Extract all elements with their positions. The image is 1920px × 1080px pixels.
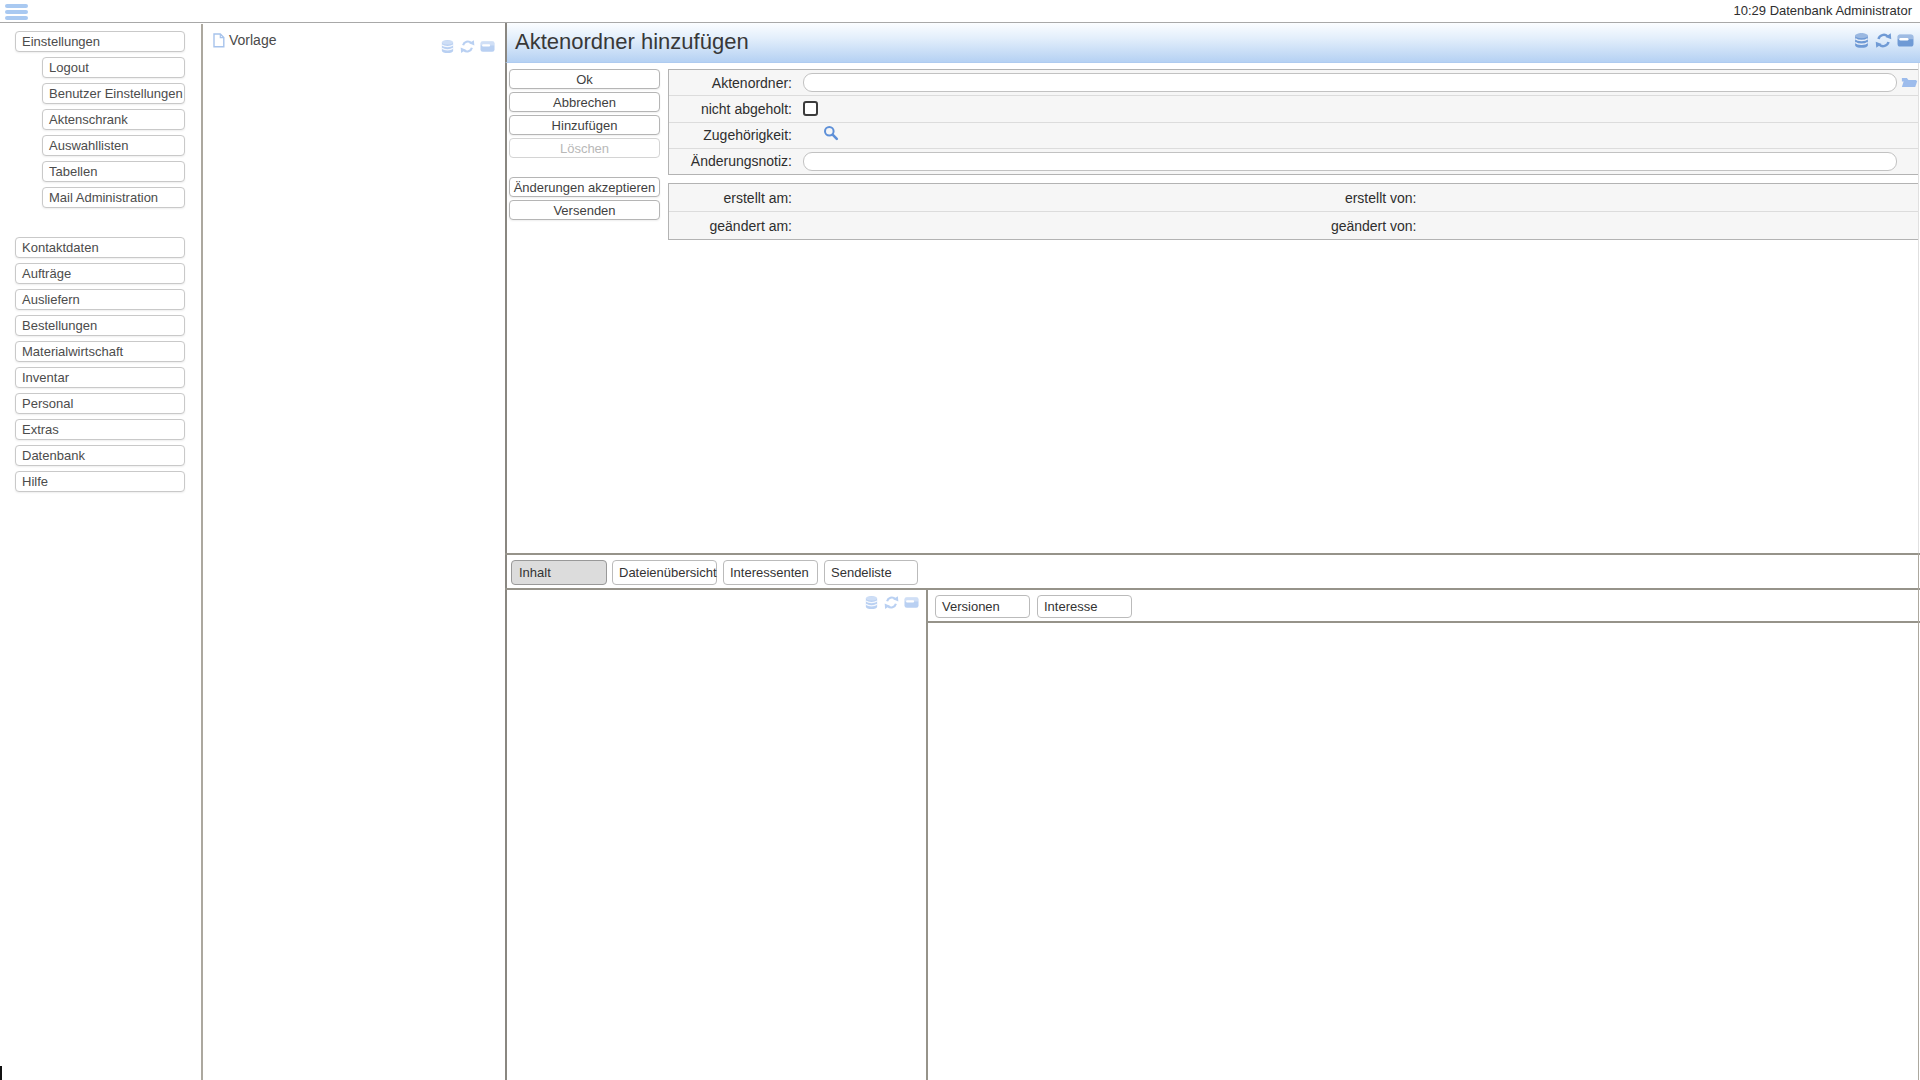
window-right-border	[1918, 553, 1919, 1080]
sidebar-item-kontaktdaten[interactable]: Kontaktdaten	[15, 237, 185, 258]
page-title: Aktenordner hinzufügen	[515, 23, 749, 61]
aktenordner-label: Aktenordner:	[669, 75, 792, 91]
panel-divider-vertical	[926, 590, 928, 1080]
erstellt-am-label: erstellt am:	[669, 190, 792, 206]
tab-sendeliste[interactable]: Sendeliste	[824, 560, 918, 585]
database-icon[interactable]	[440, 39, 455, 54]
sidebar-item-tabellen[interactable]: Tabellen	[42, 161, 185, 182]
meta-form: erstellt am: erstellt von: geändert am: …	[668, 183, 1919, 240]
form-row-zugehoerigkeit: Zugehörigkeit:	[669, 122, 1918, 148]
divider	[928, 621, 1920, 623]
sidebar-item-benutzer-einstellungen[interactable]: Benutzer Einstellungen	[42, 83, 185, 104]
geaendert-am-label: geändert am:	[669, 218, 792, 234]
save-icon[interactable]	[1897, 32, 1914, 49]
sidebar-item-ausliefern[interactable]: Ausliefern	[15, 289, 185, 310]
database-icon[interactable]	[1853, 32, 1870, 49]
search-icon[interactable]	[823, 125, 839, 145]
geaendert-von-label: geändert von:	[1294, 218, 1417, 234]
panel-divider-vertical	[505, 63, 507, 1080]
main-header: Aktenordner hinzufügen	[505, 23, 1920, 63]
sidebar-item-auswahllisten[interactable]: Auswahllisten	[42, 135, 185, 156]
divider	[505, 588, 1920, 590]
save-icon[interactable]	[480, 39, 495, 54]
corner-artifact	[0, 1066, 2, 1080]
sidebar-item-extras[interactable]: Extras	[15, 419, 185, 440]
cancel-button[interactable]: Abbrechen	[509, 92, 660, 112]
form-row-nicht-abgeholt: nicht abgeholt:	[669, 95, 1918, 121]
open-folder-icon[interactable]	[1901, 74, 1918, 92]
top-bar: 10:29 Datenbank Administrator	[0, 0, 1920, 23]
template-panel-title: Vorlage	[229, 32, 276, 48]
form-row-erstellt: erstellt am: erstellt von:	[669, 184, 1918, 211]
tab-interessenten[interactable]: Interessenten	[723, 560, 818, 585]
sidebar-item-bestellungen[interactable]: Bestellungen	[15, 315, 185, 336]
window-right-border	[1918, 63, 1919, 553]
form-row-geaendert: geändert am: geändert von:	[669, 211, 1918, 239]
aenderungsnotiz-label: Änderungsnotiz:	[669, 153, 792, 169]
nicht-abgeholt-label: nicht abgeholt:	[669, 101, 792, 117]
erstellt-von-label: erstellt von:	[1294, 190, 1417, 206]
sidebar-item-datenbank[interactable]: Datenbank	[15, 445, 185, 466]
send-button[interactable]: Versenden	[509, 200, 660, 220]
template-panel: Vorlage	[203, 24, 505, 1080]
accept-changes-button[interactable]: Änderungen akzeptieren	[509, 177, 660, 197]
add-button[interactable]: Hinzufügen	[509, 115, 660, 135]
nicht-abgeholt-checkbox[interactable]	[803, 101, 818, 116]
application-window: 10:29 Datenbank Administrator Einstellun…	[0, 0, 1920, 1080]
divider	[505, 553, 1920, 555]
delete-button: Löschen	[509, 138, 660, 158]
hamburger-menu-icon[interactable]	[5, 4, 28, 20]
folder-form: Aktenordner: nicht abgeholt: Zugehörigke…	[668, 69, 1919, 175]
database-icon[interactable]	[864, 595, 879, 610]
sidebar: Einstellungen Logout Benutzer Einstellun…	[0, 24, 203, 1080]
aktenordner-input[interactable]	[803, 73, 1897, 92]
refresh-icon[interactable]	[1875, 32, 1892, 49]
tab-inhalt[interactable]: Inhalt	[511, 560, 607, 585]
form-row-aktenordner: Aktenordner:	[669, 70, 1918, 95]
tab-interesse[interactable]: Interesse	[1037, 595, 1132, 618]
aenderungsnotiz-input[interactable]	[803, 152, 1897, 171]
refresh-icon[interactable]	[460, 39, 475, 54]
sidebar-item-einstellungen[interactable]: Einstellungen	[15, 31, 185, 52]
refresh-icon[interactable]	[884, 595, 899, 610]
ok-button[interactable]: Ok	[509, 69, 660, 89]
sidebar-item-mail-administration[interactable]: Mail Administration	[42, 187, 185, 208]
save-icon[interactable]	[904, 595, 919, 610]
tab-dateienuebersicht[interactable]: Dateienübersicht	[612, 560, 717, 585]
sidebar-item-aktenschrank[interactable]: Aktenschrank	[42, 109, 185, 130]
tab-versionen[interactable]: Versionen	[935, 595, 1030, 618]
sidebar-item-hilfe[interactable]: Hilfe	[15, 471, 185, 492]
document-icon	[213, 33, 225, 52]
sidebar-item-inventar[interactable]: Inventar	[15, 367, 185, 388]
sidebar-item-materialwirtschaft[interactable]: Materialwirtschaft	[15, 341, 185, 362]
sidebar-item-personal[interactable]: Personal	[15, 393, 185, 414]
status-text: 10:29 Datenbank Administrator	[1734, 0, 1913, 22]
zugehoerigkeit-label: Zugehörigkeit:	[669, 127, 792, 143]
sidebar-item-logout[interactable]: Logout	[42, 57, 185, 78]
sidebar-item-auftraege[interactable]: Aufträge	[15, 263, 185, 284]
form-row-aenderungsnotiz: Änderungsnotiz:	[669, 148, 1918, 174]
